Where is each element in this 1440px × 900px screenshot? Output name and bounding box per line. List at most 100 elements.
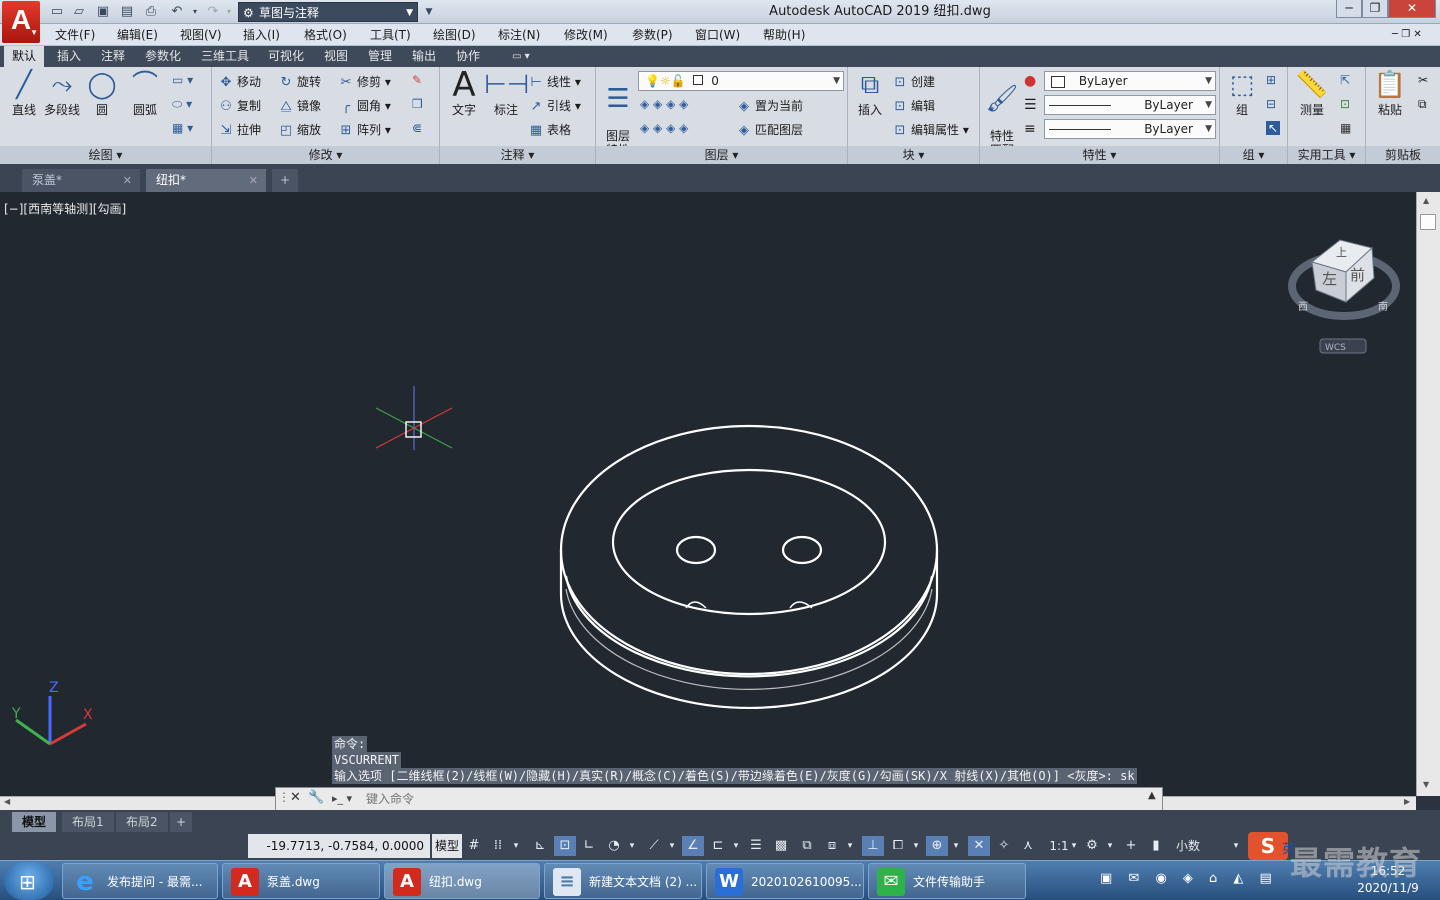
layer-properties-button[interactable]: ☰ 图层 特性 [596, 69, 640, 157]
stretch-button[interactable]: ⇲ 拉伸 [218, 121, 261, 138]
linetype-icon[interactable]: ☰ [1024, 97, 1037, 113]
menu-view[interactable]: 视图(V) [180, 24, 222, 46]
menu-parametric[interactable]: 参数(P) [632, 24, 673, 46]
viewcube-left-face[interactable]: 左 [1322, 270, 1337, 288]
snap-icon[interactable]: ⁞⁞ [488, 836, 508, 856]
menu-help[interactable]: 帮助(H) [763, 24, 805, 46]
units-value[interactable]: 小数 [1168, 836, 1208, 856]
select-all-icon[interactable]: ⊡ [1340, 97, 1350, 111]
chevron-down-icon[interactable]: ▾ [730, 836, 742, 856]
menu-draw[interactable]: 绘图(D) [433, 24, 476, 46]
polar-tracking-icon[interactable]: ◔ [604, 836, 624, 856]
dynamic-ucs-icon[interactable]: ⊥ [862, 836, 884, 856]
command-grip-icon[interactable]: ⋮ [278, 790, 290, 804]
match-properties-button[interactable]: 🖌 特性 匹配 [980, 69, 1024, 157]
system-tray-icons[interactable]: ▣ ✉ ◉ ◈ ⌂ ◭ ▤ [1100, 871, 1278, 886]
menu-window[interactable]: 窗口(W) [695, 24, 740, 46]
open-file-icon[interactable]: ▱ [70, 3, 88, 21]
close-icon[interactable]: ✕ [123, 169, 132, 192]
offset-icon[interactable]: ⋐ [412, 121, 422, 135]
chevron-down-icon[interactable]: ▾ [1230, 836, 1242, 856]
gizmo-icon[interactable]: ⊕ [926, 836, 948, 856]
linear-button[interactable]: ⊢ 线性 ▾ [528, 73, 581, 90]
close-icon[interactable]: ✕ [249, 169, 258, 192]
menu-insert[interactable]: 插入(I) [243, 24, 280, 46]
new-file-icon[interactable]: ▭ [48, 3, 66, 21]
rectangle-icon[interactable]: ▭ ▾ [172, 73, 193, 87]
polyline-button[interactable]: ⤳ 多段线 [40, 69, 84, 118]
model-space-button[interactable]: 模型 [432, 834, 462, 858]
ellipse-icon[interactable]: ⬭ ▾ [172, 97, 192, 112]
array-button[interactable]: ⊞ 阵列 ▾ [338, 121, 391, 138]
panel-groups-title[interactable]: 组 ▾ [1220, 146, 1287, 164]
save-as-icon[interactable]: ▤ [118, 3, 136, 21]
viewcube-west[interactable]: 西 [1298, 302, 1308, 313]
ungroup-icon[interactable]: ⊞ [1266, 73, 1276, 87]
coordinates-display[interactable]: -19.7713, -0.7584, 0.0000 [248, 834, 430, 858]
ribbon-options-icon[interactable]: ▭ ▾ [512, 46, 530, 67]
fillet-button[interactable]: ╭ 圆角 ▾ [338, 97, 391, 114]
object-snap-icon[interactable]: ⊏ [708, 836, 728, 856]
command-input[interactable] [366, 790, 926, 808]
application-menu-button[interactable]: A ▼ [2, 1, 40, 43]
close-button[interactable]: ✕ [1388, 0, 1436, 18]
chevron-down-icon[interactable]: ▾ [1068, 836, 1080, 856]
layout-tab-layout2[interactable]: 布局2 [116, 812, 168, 832]
arc-button[interactable]: ⌒ 圆弧 [123, 69, 167, 118]
wcs-label[interactable]: WCS [1325, 343, 1346, 353]
add-layout-button[interactable]: + [170, 812, 193, 832]
layout-tab-model[interactable]: 模型 [12, 812, 57, 832]
object-snap-tracking-icon[interactable]: ∠ [682, 836, 704, 856]
panel-block-title[interactable]: 块 ▾ [848, 146, 979, 164]
scroll-right-icon[interactable]: ▶ [1404, 797, 1410, 806]
paste-button[interactable]: 📋 粘贴 [1368, 69, 1412, 118]
wrench-icon[interactable]: 🔧 [308, 790, 324, 805]
copy-clip-icon[interactable]: ⧉ [1418, 97, 1427, 112]
color-wheel-icon[interactable]: ● [1024, 73, 1036, 89]
create-block-button[interactable]: ⊡ 创建 [892, 73, 935, 90]
restore-button[interactable]: ❐ [1362, 0, 1388, 18]
tab-parametric[interactable]: 参数化 [145, 46, 181, 67]
scale-button[interactable]: ◰ 缩放 [278, 121, 321, 138]
taskbar-item-wechat[interactable]: ✉ 文件传输助手 [868, 863, 1026, 899]
panel-layers-title[interactable]: 图层 ▾ [596, 146, 847, 164]
rotate-button[interactable]: ↻ 旋转 [278, 73, 321, 90]
selection-cycling-icon[interactable]: ⧉ [796, 836, 818, 856]
tab-visualize[interactable]: 可视化 [268, 46, 304, 67]
annotation-scale-icon[interactable]: ⋏ [1018, 836, 1038, 856]
tab-default[interactable]: 默认 [4, 46, 45, 67]
dimension-button[interactable]: ⊢⊣ 标注 [484, 69, 529, 118]
copy-button[interactable]: ⚇ 复制 [218, 97, 261, 114]
chevron-down-icon[interactable]: ▾ [666, 836, 678, 856]
menu-tools[interactable]: 工具(T) [370, 24, 411, 46]
scroll-up-icon[interactable]: ▲ [1423, 196, 1429, 205]
lineweight-dropdown[interactable]: ByLayer ▼ [1044, 119, 1216, 139]
doc-minimize-icon[interactable]: ─ ❐ ✕ [1392, 24, 1422, 46]
menu-modify[interactable]: 修改(M) [564, 24, 608, 46]
quick-access-menu-icon[interactable]: ▼ [420, 3, 438, 21]
minimize-button[interactable]: ─ [1336, 0, 1362, 18]
scroll-down-icon[interactable]: ▼ [1423, 780, 1429, 789]
chevron-down-icon[interactable]: ▾ [950, 836, 962, 856]
linetype-dropdown[interactable]: ByLayer ▼ [1044, 95, 1216, 115]
menu-dimension[interactable]: 标注(N) [498, 24, 540, 46]
edit-attributes-button[interactable]: ⊡ 编辑属性 ▾ [892, 121, 969, 138]
move-button[interactable]: ✥ 移动 [218, 73, 261, 90]
measure-button[interactable]: 📏 测量 [1290, 69, 1334, 118]
chevron-down-icon[interactable]: ▾ [510, 836, 522, 856]
layer-tools-row1-icon[interactable]: ◈ ◈ ◈ ◈ [640, 97, 688, 111]
tab-manage[interactable]: 管理 [368, 46, 392, 67]
ortho-icon[interactable]: ∟ [580, 836, 598, 856]
tab-3d-tools[interactable]: 三维工具 [201, 46, 249, 67]
command-prompt-icon[interactable]: ▸_ ▾ [332, 792, 352, 805]
mirror-button[interactable]: ⧋ 镜像 [278, 97, 321, 114]
circle-button[interactable]: ◯ 圆 [80, 69, 124, 118]
tab-collaborate[interactable]: 协作 [456, 46, 480, 67]
chevron-down-icon[interactable]: ▾ [844, 836, 856, 856]
gear-icon[interactable]: ⚙ [1082, 836, 1102, 856]
taskbar-item-niukou[interactable]: A 纽扣.dwg [384, 863, 540, 899]
print-icon[interactable]: ⎙ [142, 3, 160, 21]
transparency-icon[interactable]: ▩ [770, 836, 792, 856]
doc-tab-benggai[interactable]: 泵盖* ✕ [22, 169, 140, 192]
redo-dropdown-icon[interactable]: ▾ [220, 3, 238, 21]
